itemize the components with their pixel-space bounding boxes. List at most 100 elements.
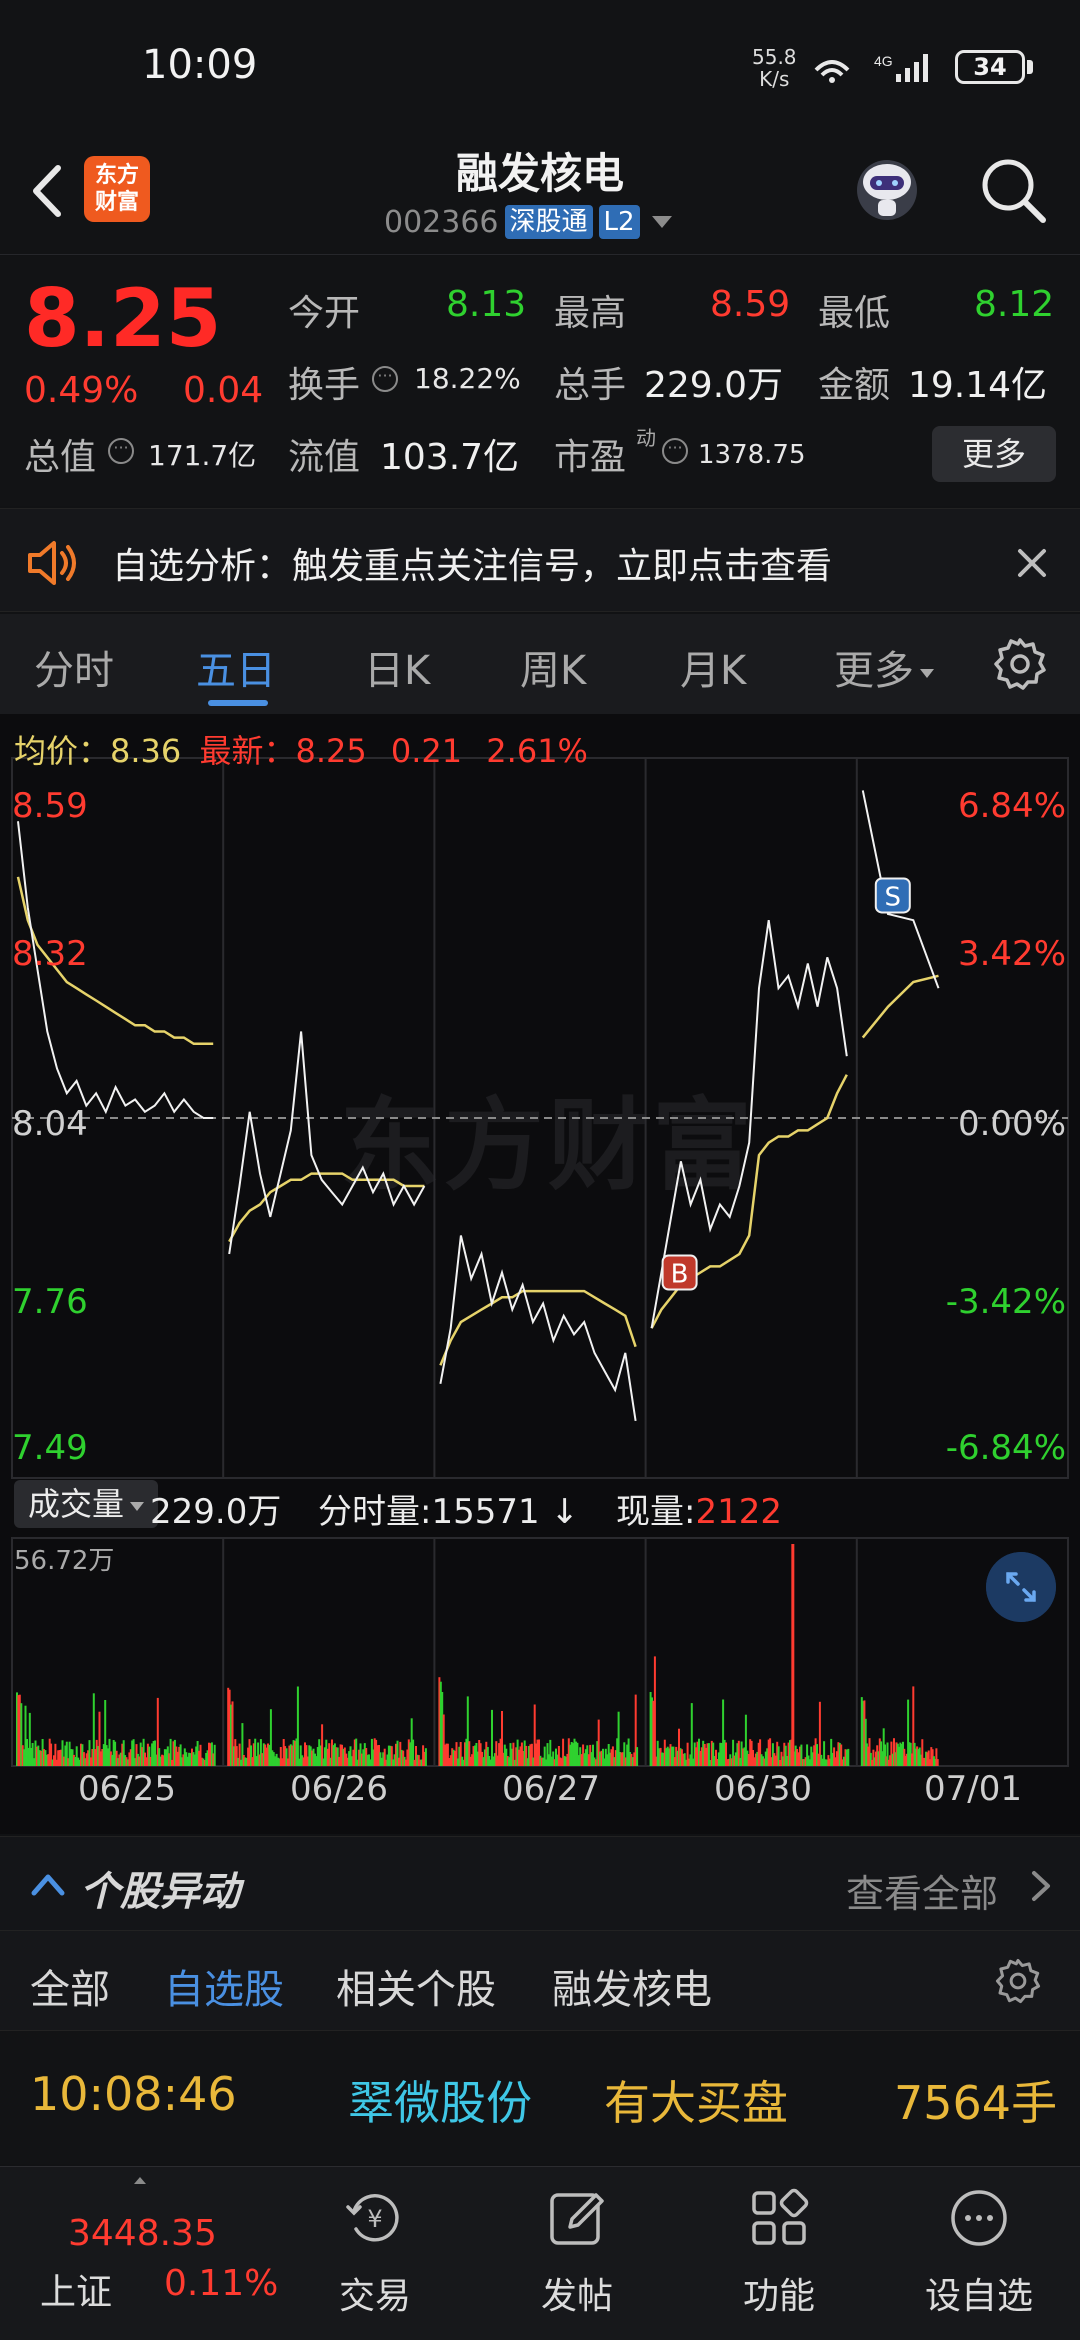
tab-more[interactable]: 更多 bbox=[834, 638, 934, 696]
chart-canvas: BS bbox=[11, 757, 1069, 1767]
change-amount: 0.04 bbox=[183, 370, 264, 411]
y-tick-low: 7.49 bbox=[12, 1428, 88, 1468]
movers-title: 个股异动 bbox=[80, 1869, 240, 1915]
open-label: 今开 bbox=[288, 293, 361, 334]
nav-post[interactable]: 发帖 bbox=[517, 2267, 637, 2319]
turnover-value: 18.22% bbox=[414, 362, 521, 395]
clock: 10:09 bbox=[142, 42, 258, 88]
tab-five-day[interactable]: 五日 bbox=[196, 638, 276, 696]
index-change[interactable]: 0.11% bbox=[164, 2263, 278, 2304]
volume-indicator-select[interactable]: 成交量 bbox=[14, 1480, 159, 1528]
chart-legend: 均价：8.36 最新：8.25 0.21 2.61% bbox=[14, 726, 588, 772]
five-day-chart[interactable]: 东方财富 BS 均价：8.36 最新：8.25 0.21 2.61% 8.59 … bbox=[0, 714, 1080, 1834]
y-tick-ref: 8.04 bbox=[12, 1104, 88, 1144]
tab-weekly-k[interactable]: 周K bbox=[520, 638, 586, 696]
bottom-nav: 3448.35 上证 0.11% ¥ 交易 发帖 功能 设自选 bbox=[0, 2166, 1080, 2340]
chevron-down-icon bbox=[651, 216, 672, 228]
app-logo[interactable]: 东方 财富 bbox=[84, 156, 150, 222]
chevron-up-icon bbox=[31, 1874, 65, 1896]
amount-label: 金额 bbox=[818, 365, 891, 406]
trade-icon[interactable]: ¥ bbox=[340, 2183, 410, 2253]
filter-watchlist[interactable]: 自选股 bbox=[164, 1957, 284, 2015]
compose-icon[interactable] bbox=[542, 2183, 612, 2253]
tick-volume-value: 15571 bbox=[431, 1492, 540, 1532]
nav-add-watchlist[interactable]: 设自选 bbox=[919, 2267, 1039, 2319]
open-value: 8.13 bbox=[446, 284, 527, 325]
back-arrow-icon[interactable] bbox=[22, 156, 72, 226]
avg-value: 8.36 bbox=[110, 732, 182, 770]
status-bar: 10:09 55.8 K/s 4G 34 bbox=[0, 0, 1080, 130]
close-icon[interactable] bbox=[1014, 545, 1050, 581]
battery-icon: 34 bbox=[955, 50, 1025, 84]
nav-trade[interactable]: 交易 bbox=[315, 2267, 435, 2319]
analysis-banner[interactable]: 自选分析：触发重点关注信号，立即点击查看 bbox=[0, 508, 1080, 612]
logo-line2: 财富 bbox=[94, 190, 139, 215]
filter-all[interactable]: 全部 bbox=[30, 1957, 110, 2015]
mover-quantity: 7564手 bbox=[894, 2076, 1058, 2130]
gear-icon[interactable] bbox=[992, 636, 1048, 692]
robot-assistant-icon[interactable] bbox=[848, 148, 926, 226]
price-line bbox=[228, 1031, 426, 1255]
net-speed-value: 55.8 bbox=[752, 45, 797, 69]
low-value: 8.12 bbox=[974, 284, 1055, 325]
last-price: 8.25 bbox=[24, 272, 222, 365]
nav-functions[interactable]: 功能 bbox=[719, 2267, 839, 2319]
volume-bar bbox=[791, 1544, 795, 1766]
chevron-down-icon bbox=[130, 1501, 145, 1511]
info-dots-icon[interactable]: ··· bbox=[662, 438, 688, 464]
more-circle-icon[interactable] bbox=[944, 2183, 1014, 2253]
expand-icon[interactable] bbox=[986, 1552, 1056, 1622]
mover-list-item[interactable]: 10:08:46 翠微股份 有大买盘 7564手 bbox=[0, 2030, 1080, 2164]
tick-volume-label: 分时量: bbox=[318, 1492, 432, 1532]
volume-bar bbox=[296, 1686, 299, 1766]
avg-price-line bbox=[228, 1172, 425, 1243]
volume-bar bbox=[653, 1656, 656, 1766]
stock-header: 东方 财富 融发核电 002366 深股通 L2 bbox=[0, 130, 1080, 255]
y-tick-lower: 7.76 bbox=[12, 1282, 88, 1322]
trade-markers: BS bbox=[661, 877, 911, 1291]
avg-price-line bbox=[861, 974, 939, 1039]
volume-bar bbox=[847, 1748, 850, 1766]
mover-stock[interactable]: 翠微股份 bbox=[348, 2067, 532, 2133]
latest-diff-pct: 2.61% bbox=[486, 732, 588, 770]
index-value[interactable]: 3448.35 bbox=[68, 2213, 217, 2254]
more-button[interactable]: 更多 bbox=[932, 426, 1056, 482]
price-line bbox=[439, 1235, 637, 1422]
stock-movers-header[interactable]: 个股异动 查看全部 bbox=[0, 1836, 1080, 1930]
info-dots-icon[interactable]: ··· bbox=[372, 366, 398, 392]
apps-grid-icon[interactable] bbox=[744, 2183, 814, 2253]
view-all-link[interactable]: 查看全部 bbox=[846, 1863, 998, 1918]
pe-dynamic-mark: 动 bbox=[636, 426, 656, 450]
volume-panel-border bbox=[11, 1537, 1069, 1767]
filter-this-stock[interactable]: 融发核电 bbox=[552, 1957, 712, 2015]
x-tick-0626: 06/26 bbox=[290, 1769, 388, 1809]
price-lines bbox=[16, 790, 940, 1422]
low-label: 最低 bbox=[818, 293, 891, 334]
stock-code-row[interactable]: 002366 深股通 L2 bbox=[384, 202, 672, 242]
index-name[interactable]: 上证 bbox=[40, 2263, 112, 2315]
volume-value: 229.0万 bbox=[644, 365, 784, 406]
network-speed: 55.8 K/s bbox=[752, 46, 797, 90]
tab-intraday[interactable]: 分时 bbox=[34, 638, 114, 696]
battery-cap bbox=[1027, 60, 1033, 74]
net-speed-unit: K/s bbox=[759, 67, 790, 91]
banner-text: 自选分析：触发重点关注信号，立即点击查看 bbox=[112, 546, 833, 587]
amount-value: 19.14亿 bbox=[908, 365, 1048, 406]
trade-marker-label: B bbox=[671, 1260, 689, 1290]
connect-tag: 深股通 bbox=[504, 205, 593, 239]
search-icon[interactable] bbox=[975, 152, 1051, 228]
volume-label: 成交量 bbox=[28, 1485, 125, 1523]
x-tick-0627: 06/27 bbox=[502, 1769, 600, 1809]
tab-daily-k[interactable]: 日K bbox=[364, 638, 430, 696]
avg-price-line bbox=[439, 1289, 637, 1366]
chevron-right-icon bbox=[1032, 1871, 1050, 1901]
trade-marker-label: S bbox=[885, 882, 902, 912]
filter-related[interactable]: 相关个股 bbox=[336, 1957, 496, 2015]
svg-text:¥: ¥ bbox=[367, 2205, 382, 2233]
volume-bars bbox=[16, 1544, 939, 1766]
gear-icon[interactable] bbox=[994, 1957, 1042, 2005]
volume-bar bbox=[213, 1744, 216, 1766]
x-tick-0701: 07/01 bbox=[924, 1769, 1022, 1809]
tab-monthly-k[interactable]: 月K bbox=[680, 638, 746, 696]
info-dots-icon[interactable]: ··· bbox=[108, 438, 134, 464]
